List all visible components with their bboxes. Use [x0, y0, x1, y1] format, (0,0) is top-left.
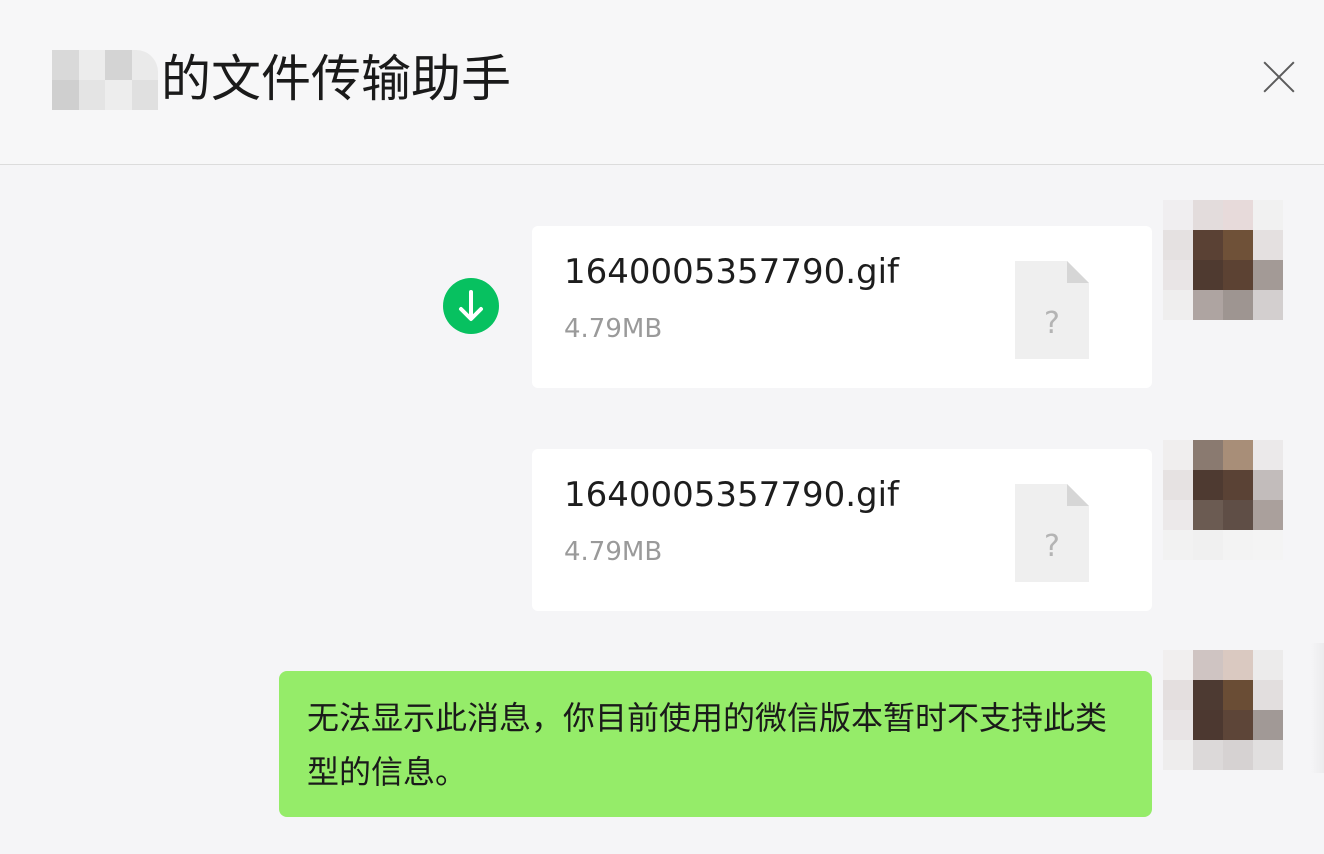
- chat-title: 的文件传输助手: [161, 50, 511, 108]
- file-icon-glyph: ?: [1044, 306, 1060, 341]
- edge-shadow: [1311, 643, 1324, 773]
- text-message[interactable]: 无法显示此消息，你目前使用的微信版本暂时不支持此类型的信息。: [279, 671, 1152, 817]
- contact-avatar-blurred: [52, 50, 158, 110]
- file-message[interactable]: 1640005357790.gif 4.79MB ?: [532, 226, 1152, 388]
- my-avatar[interactable]: [1163, 650, 1283, 770]
- chat-header: 的文件传输助手: [0, 0, 1324, 165]
- unknown-file-icon: ?: [1015, 261, 1089, 359]
- file-message[interactable]: 1640005357790.gif 4.79MB ?: [532, 449, 1152, 611]
- unknown-file-icon: ?: [1015, 484, 1089, 582]
- download-icon[interactable]: [443, 278, 499, 334]
- file-size: 4.79MB: [564, 537, 663, 567]
- file-name: 1640005357790.gif: [564, 252, 900, 292]
- file-icon-glyph: ?: [1044, 529, 1060, 564]
- message-text: 无法显示此消息，你目前使用的微信版本暂时不支持此类型的信息。: [307, 699, 1108, 791]
- close-icon[interactable]: [1262, 60, 1296, 94]
- message-list: 1640005357790.gif 4.79MB ? 1640005357790…: [0, 165, 1324, 854]
- file-name: 1640005357790.gif: [564, 475, 900, 515]
- my-avatar[interactable]: [1163, 200, 1283, 320]
- my-avatar[interactable]: [1163, 440, 1283, 560]
- file-size: 4.79MB: [564, 314, 663, 344]
